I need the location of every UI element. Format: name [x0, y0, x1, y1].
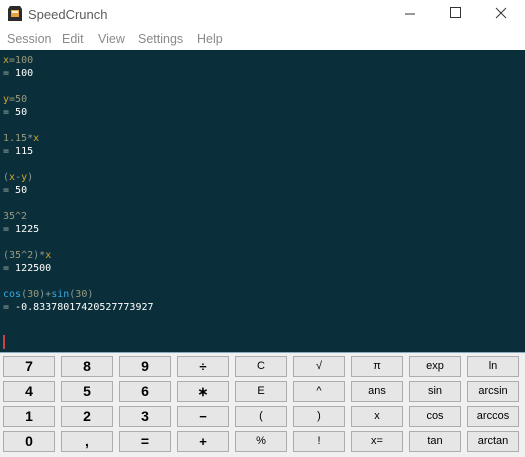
- expression-token: cos: [3, 289, 22, 300]
- key-2[interactable]: 2: [61, 406, 113, 427]
- close-icon: [495, 7, 507, 19]
- key-tan[interactable]: tan: [409, 431, 461, 452]
- menu-session[interactable]: Session: [7, 32, 51, 46]
- text-cursor: [3, 335, 5, 349]
- history-expression: y=50: [3, 94, 27, 105]
- expression-token: 35^2: [9, 250, 34, 261]
- title-bar: SpeedCrunch: [0, 0, 525, 28]
- keypad: 7 8 9 ÷ C √ π exp ln 4 5 6 ∗ E ^ ans sin arcsin 1 2 3−() x cos…: [0, 353, 525, 457]
- result-equals-sign: =: [3, 107, 16, 118]
- result-equals-sign: =: [3, 185, 16, 196]
- key-divide[interactable]: ÷: [177, 356, 229, 377]
- minimize-button[interactable]: [387, 0, 433, 28]
- key-8[interactable]: 8: [61, 356, 113, 377]
- result-display[interactable]: x=100 = 100 y=50 = 50 1.15*x = 115 (x-y) = 50 35…: [0, 50, 525, 332]
- key-7[interactable]: 7: [3, 356, 55, 377]
- result-value: -0.83378017420527773927: [15, 302, 154, 313]
- result-value: 122500: [15, 263, 52, 274]
- result-value: 50: [15, 107, 28, 118]
- history-expression: 35^2: [3, 211, 27, 222]
- key-arctan[interactable]: arctan: [467, 431, 519, 452]
- expression-token: ): [27, 172, 34, 183]
- expression-token: x: [33, 133, 40, 144]
- key-open-paren[interactable]: (: [235, 406, 287, 427]
- expression-token: 30: [27, 289, 40, 300]
- expression-input[interactable]: [0, 332, 525, 353]
- key-arcsin[interactable]: arcsin: [467, 381, 519, 402]
- history-result: = 50: [3, 107, 27, 118]
- expression-token: x: [45, 250, 52, 261]
- expression-token: =50: [9, 94, 28, 105]
- key-5[interactable]: 5: [61, 381, 113, 402]
- expression-token: ): [87, 289, 94, 300]
- speedcrunch-app-icon: [8, 6, 22, 21]
- key-ans[interactable]: ans: [351, 381, 403, 402]
- key-4[interactable]: 4: [3, 381, 55, 402]
- result-value: 50: [15, 185, 28, 196]
- key-0[interactable]: 0: [3, 431, 55, 452]
- key-6[interactable]: 6: [119, 381, 171, 402]
- key-multiply[interactable]: ∗: [177, 381, 229, 402]
- window-title: SpeedCrunch: [28, 7, 108, 22]
- close-button[interactable]: [479, 0, 525, 28]
- minimize-icon: [405, 13, 415, 15]
- key-percent[interactable]: %: [235, 431, 287, 452]
- expression-token: 35^2: [3, 211, 28, 222]
- key-cos[interactable]: cos: [409, 406, 461, 427]
- history-expression: cos(30)+sin(30): [3, 289, 93, 300]
- result-value: 1225: [15, 224, 40, 235]
- key-ln[interactable]: ln: [467, 356, 519, 377]
- result-equals-sign: =: [3, 302, 16, 313]
- key-add[interactable]: +: [177, 431, 229, 452]
- key-assign-x[interactable]: x=: [351, 431, 403, 452]
- key-clear[interactable]: C: [235, 356, 287, 377]
- key-sqrt[interactable]: √: [293, 356, 345, 377]
- maximize-icon: [450, 7, 461, 18]
- key-pi[interactable]: π: [351, 356, 403, 377]
- result-equals-sign: =: [3, 263, 16, 274]
- history-result: = 1225: [3, 224, 39, 235]
- key-subtract[interactable]: −: [177, 406, 229, 427]
- menu-bar: Session Edit View Settings Help: [0, 28, 525, 50]
- key-sin[interactable]: sin: [409, 381, 461, 402]
- key-comma[interactable]: ,: [61, 431, 113, 452]
- history-result: = 122500: [3, 263, 51, 274]
- menu-edit[interactable]: Edit: [62, 32, 84, 46]
- history-result: = 115: [3, 146, 33, 157]
- history-expression: 1.15*x: [3, 133, 39, 144]
- expression-token: sin: [51, 289, 70, 300]
- expression-token: 1.15: [3, 133, 28, 144]
- key-arccos[interactable]: arccos: [467, 406, 519, 427]
- key-1[interactable]: 1: [3, 406, 55, 427]
- key-x[interactable]: x: [351, 406, 403, 427]
- key-exp[interactable]: exp: [409, 356, 461, 377]
- history-expression: (35^2)*x: [3, 250, 51, 261]
- history-expression: x=100: [3, 55, 33, 66]
- key-close-paren[interactable]: ): [293, 406, 345, 427]
- result-equals-sign: =: [3, 146, 16, 157]
- expression-token: =100: [9, 55, 34, 66]
- speedcrunch-window: SpeedCrunch Session Edit View Settings H…: [0, 0, 525, 457]
- maximize-button[interactable]: [433, 0, 479, 28]
- result-equals-sign: =: [3, 68, 16, 79]
- menu-help[interactable]: Help: [197, 32, 223, 46]
- key-9[interactable]: 9: [119, 356, 171, 377]
- expression-token: 30: [75, 289, 88, 300]
- history-result: = 100: [3, 68, 33, 79]
- result-value: 115: [15, 146, 34, 157]
- result-value: 100: [15, 68, 34, 79]
- key-equals[interactable]: =: [119, 431, 171, 452]
- key-3[interactable]: 3: [119, 406, 171, 427]
- key-factorial[interactable]: !: [293, 431, 345, 452]
- key-exponent[interactable]: E: [235, 381, 287, 402]
- history-expression: (x-y): [3, 172, 33, 183]
- result-equals-sign: =: [3, 224, 16, 235]
- menu-view[interactable]: View: [98, 32, 125, 46]
- history-result: = 50: [3, 185, 27, 196]
- key-power[interactable]: ^: [293, 381, 345, 402]
- menu-settings[interactable]: Settings: [138, 32, 183, 46]
- history-result: = -0.83378017420527773927: [3, 302, 154, 313]
